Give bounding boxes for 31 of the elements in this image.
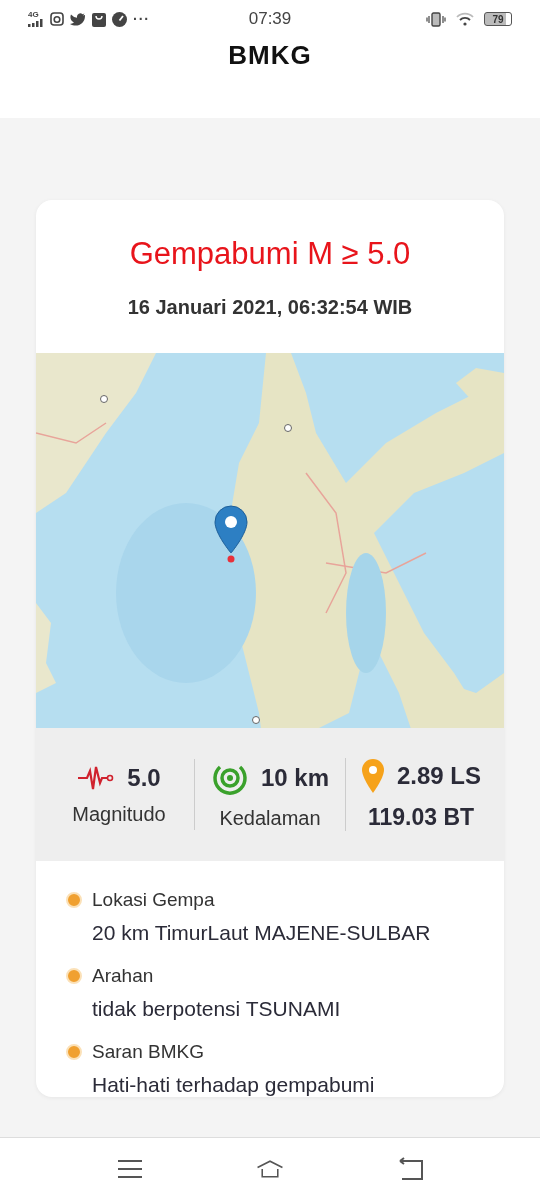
stat-label: Kedalaman <box>219 807 321 830</box>
battery-indicator: 79 <box>484 12 512 26</box>
map-marker-icon <box>214 505 248 563</box>
stat-value: 2.89 LS <box>396 762 481 790</box>
stat-label: Magnitudo <box>72 803 166 826</box>
stat-value: 5.0 <box>127 764 161 792</box>
vibrate-icon <box>426 11 446 27</box>
event-datetime: 16 Januari 2021, 06:32:54 WIB <box>126 296 414 319</box>
clock: 07:39 <box>248 9 292 29</box>
card-title: Gempabumi M ≥ 5.0 <box>128 236 412 272</box>
detail-value: Hati-hati terhadap gempabumi <box>92 1073 375 1097</box>
more-indicator: ··· <box>133 11 150 27</box>
gauge-icon <box>112 11 127 27</box>
stat-label: 119.03 BT <box>367 804 475 831</box>
detail-label: Arahan <box>92 965 155 987</box>
bullet-icon <box>66 1044 82 1060</box>
bullet-icon <box>66 968 82 984</box>
network-indicator: 4G <box>28 11 44 27</box>
location-pin-icon <box>360 758 385 794</box>
detail-label: Saran BMKG <box>92 1041 205 1063</box>
detail-label: Lokasi Gempa <box>92 889 216 911</box>
detail-value: tidak berpotensi TSUNAMI <box>92 997 341 1021</box>
bird-icon <box>70 12 86 26</box>
menu-icon[interactable] <box>116 1157 144 1181</box>
camera-icon <box>50 12 64 26</box>
detail-value: 20 km TimurLaut MAJENE-SULBAR <box>92 921 431 945</box>
bullet-icon <box>66 892 82 908</box>
page-title: BMKG <box>228 40 312 71</box>
stat-value: 10 km <box>260 764 330 792</box>
bag-icon <box>92 11 106 27</box>
wifi-icon <box>456 12 474 26</box>
